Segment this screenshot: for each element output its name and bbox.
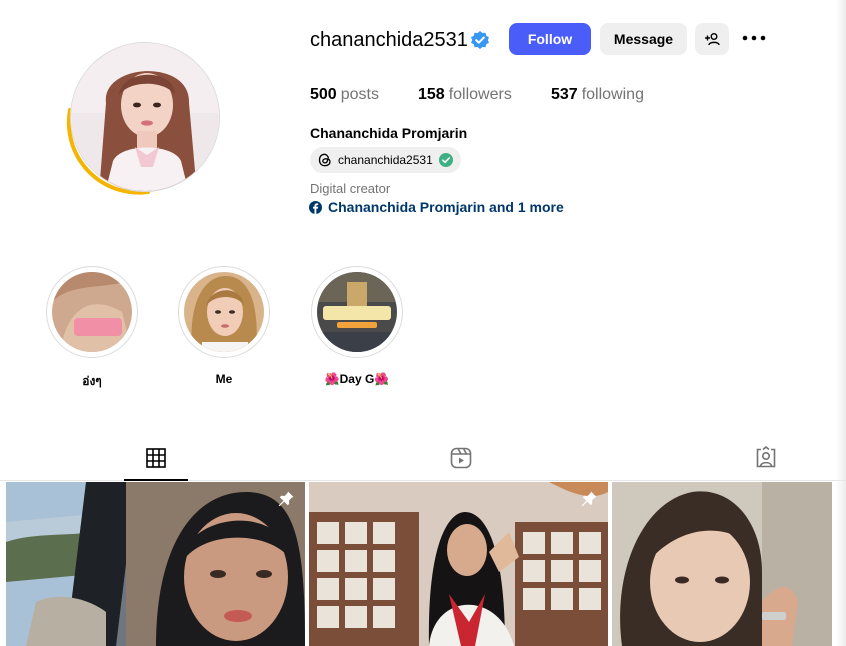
post-thumbnail[interactable] — [309, 482, 608, 646]
highlight-item[interactable]: อ่งๆ — [46, 266, 138, 391]
avatar — [70, 42, 220, 192]
check-circle-icon — [438, 153, 453, 167]
profile-full-name: Chananchida Promjarin — [310, 125, 468, 141]
message-button[interactable]: Message — [600, 23, 687, 55]
threads-handle: chananchida2531 — [338, 153, 433, 167]
grid-icon[interactable] — [144, 446, 168, 470]
profile-avatar-button[interactable] — [58, 40, 224, 202]
external-link-text: Chananchida Promjarin and 1 more — [328, 199, 564, 215]
pin-icon — [278, 491, 294, 507]
highlight-label: Me — [215, 372, 233, 386]
post-thumbnail[interactable] — [612, 482, 832, 646]
highlight-cover — [52, 272, 132, 352]
add-user-icon — [705, 33, 720, 46]
threads-icon — [318, 153, 331, 167]
pin-icon — [581, 491, 597, 507]
profile-username: chananchida2531 — [310, 29, 468, 51]
threads-link[interactable]: chananchida2531 — [310, 147, 461, 173]
follow-button[interactable]: Follow — [509, 23, 591, 55]
followers-link[interactable]: 158 followers — [418, 86, 512, 104]
active-tab-indicator — [124, 479, 188, 481]
suggested-accounts-button[interactable] — [695, 23, 729, 55]
reels-icon[interactable] — [449, 446, 473, 470]
highlight-ring — [46, 266, 138, 358]
profile-category: Digital creator — [310, 181, 391, 196]
posts-count: 500 posts — [310, 86, 379, 103]
scroll-edge — [836, 0, 846, 646]
tagged-icon[interactable] — [754, 446, 778, 470]
highlight-ring — [178, 266, 270, 358]
highlight-cover — [184, 272, 264, 352]
highlight-ring — [311, 266, 403, 358]
more-options-icon[interactable] — [742, 33, 766, 43]
external-links[interactable]: Chananchida Promjarin and 1 more — [309, 199, 564, 215]
profile-page: chananchida2531 Follow Message 500 posts … — [0, 0, 846, 646]
post-thumbnail[interactable] — [6, 482, 305, 646]
highlight-label: อ่งๆ — [82, 374, 102, 388]
highlight-item[interactable]: 🌺Day G🌺 — [311, 266, 403, 386]
highlight-cover — [317, 272, 397, 352]
highlight-label: 🌺Day G🌺 — [324, 372, 390, 386]
facebook-icon — [309, 200, 322, 214]
highlight-item[interactable]: Me — [178, 266, 270, 386]
verified-badge-icon — [471, 31, 489, 49]
following-link[interactable]: 537 following — [551, 86, 644, 104]
